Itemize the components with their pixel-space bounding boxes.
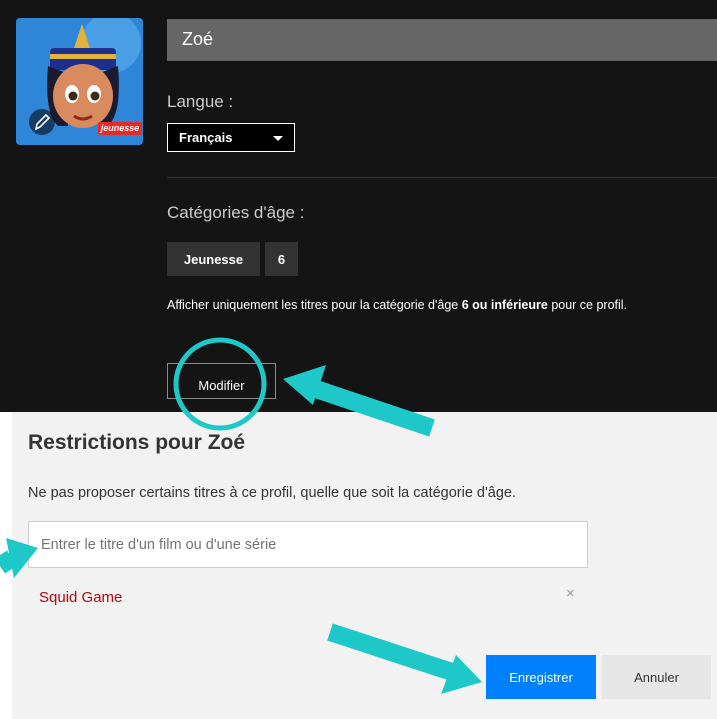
cancel-button[interactable]: Annuler <box>602 655 711 699</box>
profile-name-input[interactable]: Zoé <box>167 19 717 61</box>
profile-settings-panel: jeunesse Zoé Langue : Français Catégorie… <box>0 0 717 412</box>
age-description-end: pour ce profil. <box>547 298 628 312</box>
restrictions-title: Restrictions pour Zoé <box>28 431 246 454</box>
modify-button[interactable]: Modifier <box>167 363 276 399</box>
age-category-chip: Jeunesse <box>167 242 260 276</box>
age-rating-chip: 6 <box>265 242 298 276</box>
caret-down-icon <box>273 136 283 141</box>
age-description: Afficher uniquement les titres pour la c… <box>167 296 717 315</box>
divider <box>167 177 717 178</box>
age-description-start: Afficher uniquement les titres pour la c… <box>167 298 462 312</box>
kids-badge: jeunesse <box>100 123 140 133</box>
title-search-input[interactable] <box>28 521 588 568</box>
language-dropdown[interactable]: Français <box>167 123 295 152</box>
blocked-title-item: Squid Game <box>39 589 123 606</box>
language-label: Langue : <box>167 92 234 111</box>
age-category-label: Catégories d'âge : <box>167 203 305 222</box>
restrictions-description: Ne pas proposer certains titres à ce pro… <box>28 485 516 501</box>
age-description-bold: 6 ou inférieure <box>461 298 548 312</box>
pencil-icon[interactable] <box>29 109 55 135</box>
profile-avatar[interactable]: jeunesse <box>16 18 143 145</box>
close-icon[interactable]: × <box>566 585 575 602</box>
language-selected-value: Français <box>179 130 233 145</box>
save-button[interactable]: Enregistrer <box>486 655 596 699</box>
